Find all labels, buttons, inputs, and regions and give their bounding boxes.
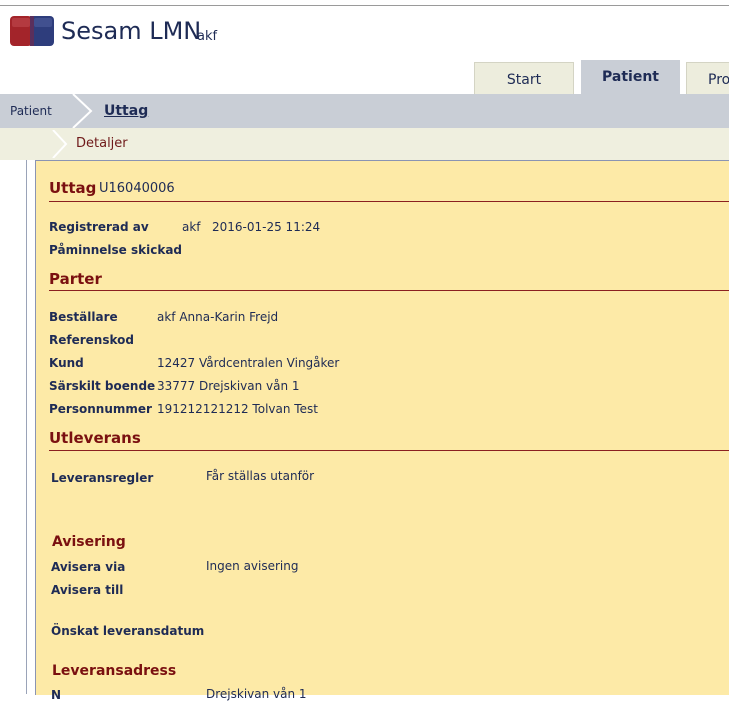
sub-breadcrumb-detaljer[interactable]: Detaljer: [76, 136, 128, 151]
onskat-leveransdatum-label: Önskat leveransdatum: [51, 624, 205, 638]
sarskilt-boende-label: Särskilt boende: [49, 379, 156, 393]
leveransadress-partial-value: Drejskivan vån 1: [206, 687, 307, 701]
kund-value: 12427 Vårdcentralen Vingåker: [157, 356, 340, 370]
registrerad-date: 2016-01-25 11:24: [212, 220, 321, 234]
sesam-logo-icon: [10, 16, 54, 46]
sarskilt-boende-value: 33777 Drejskivan vån 1: [157, 379, 300, 393]
avisera-via-label: Avisera via: [51, 560, 126, 574]
bestallare-value: akf Anna-Karin Frejd: [157, 310, 279, 324]
referenskod-label: Referenskod: [49, 333, 134, 347]
divider: [49, 290, 729, 291]
tab-patient[interactable]: Patient: [581, 60, 680, 95]
tab-start[interactable]: Start: [474, 62, 574, 95]
divider: [49, 450, 729, 451]
personnummer-value: 191212121212 Tolvan Test: [157, 402, 318, 416]
paminnelse-label: Påminnelse skickad: [49, 243, 183, 257]
breadcrumb: Patient Uttag: [0, 94, 729, 128]
left-panel: [0, 160, 27, 694]
section-title-uttag: Uttag: [49, 179, 97, 197]
registrerad-user: akf: [182, 220, 201, 234]
avisera-via-value: Ingen avisering: [206, 559, 299, 573]
detail-panel: Uttag U16040006 Registrerad av akf 2016-…: [35, 160, 729, 702]
sub-breadcrumb: Detaljer: [0, 128, 729, 160]
top-border: [0, 5, 729, 6]
tab-pro[interactable]: Pro: [686, 62, 729, 95]
breadcrumb-uttag-link[interactable]: Uttag: [104, 103, 148, 119]
avisering-title: Avisering: [52, 534, 126, 550]
section-title-utleverans: Utleverans: [49, 429, 141, 447]
chevron-right-icon: [52, 130, 68, 158]
personnummer-label: Personnummer: [49, 402, 152, 416]
registrerad-label: Registrerad av: [49, 220, 149, 234]
avisera-till-label: Avisera till: [51, 583, 124, 597]
current-user: akf: [197, 29, 218, 44]
kund-label: Kund: [49, 356, 84, 370]
leveransregler-label: Leveransregler: [51, 471, 154, 485]
leveransadress-partial-label: N: [51, 688, 62, 702]
section-title-parter: Parter: [49, 270, 102, 288]
uttag-id: U16040006: [99, 181, 175, 196]
app-title: Sesam LMN: [61, 17, 202, 45]
leveransregler-value: Får ställas utanför: [206, 469, 315, 483]
chevron-right-icon: [72, 94, 93, 128]
bestallare-label: Beställare: [49, 310, 118, 324]
leveransadress-title: Leveransadress: [52, 663, 177, 679]
breadcrumb-patient-link[interactable]: Patient: [10, 104, 52, 118]
divider: [49, 201, 729, 202]
